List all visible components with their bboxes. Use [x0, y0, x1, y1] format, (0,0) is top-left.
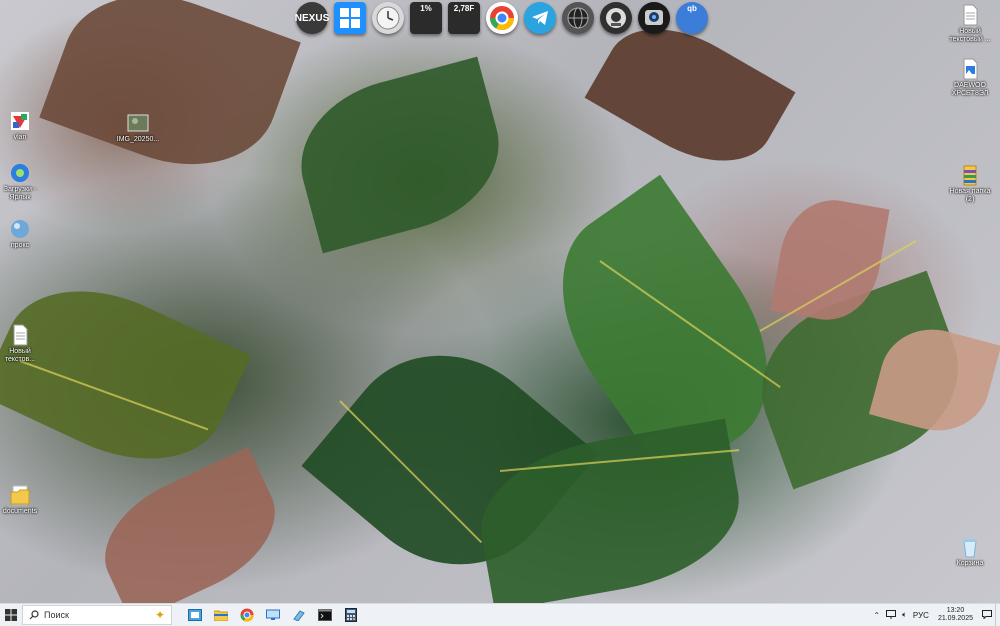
notifications-icon[interactable]: [982, 609, 992, 621]
taskbar-calculator[interactable]: [338, 604, 364, 626]
dock-icon-label: 1%: [420, 4, 432, 13]
desktop-icon-label: Новый текстовый ...: [949, 28, 991, 43]
wallpaper-leaf: [39, 0, 301, 193]
yandex-browser-icon: [9, 162, 31, 184]
wallpaper-leaf: [85, 447, 295, 603]
folder-icon: [9, 484, 31, 506]
telegram-icon[interactable]: [524, 2, 556, 34]
nexus-icon[interactable]: NEXUS: [294, 2, 330, 34]
clock-time: 13:20: [946, 607, 965, 614]
vlan-icon: [9, 110, 31, 132]
search-box[interactable]: Поиск ✦: [22, 605, 172, 625]
search-placeholder: Поиск: [44, 610, 69, 620]
webcam-icon[interactable]: [638, 2, 670, 34]
app-window-icon: [293, 610, 305, 621]
taskbar-chrome[interactable]: [234, 604, 260, 626]
disk-meter-icon[interactable]: 2,78F: [448, 2, 480, 34]
text-file-icon: [9, 324, 31, 346]
monitor-app-icon: [266, 609, 280, 620]
taskbar-file-explorer[interactable]: [208, 604, 234, 626]
tray-network-icon[interactable]: [886, 609, 897, 621]
desktop: NEXUS 1% 2,78F qb vlan IMG_20250... Загрузк…: [0, 0, 1000, 603]
desktop-icon-daewoo[interactable]: DAEWOO ХРСЕТ8ЭЛ: [946, 58, 994, 98]
dock-icon-label: qb: [687, 4, 697, 13]
desktop-icon-recycle-bin[interactable]: Корзина: [946, 536, 994, 568]
start-button[interactable]: [0, 604, 22, 626]
chrome-icon[interactable]: [486, 2, 518, 34]
desktop-icon-new-text-right[interactable]: Новый текстовый ...: [946, 4, 994, 44]
desktop-icon-new-folder[interactable]: Новая папка (2): [946, 164, 994, 204]
desktop-icon-label: documents: [2, 508, 38, 515]
show-desktop-button[interactable]: [995, 604, 1000, 626]
terminal-icon: [318, 609, 332, 621]
tray-language[interactable]: РУС: [913, 611, 929, 620]
desktop-icon-label: Загрузки - Ярлык: [3, 186, 37, 201]
taskbar: Поиск ✦ ⌃ 🔈︎ РУС 13:20 21.09.2025: [0, 603, 1000, 626]
calculator-icon: [345, 608, 357, 622]
dock-icon-label: NEXUS: [294, 12, 330, 24]
desktop-icon-downloads-shortcut[interactable]: Загрузки - Ярлык: [0, 162, 44, 202]
tray-volume-icon[interactable]: 🔈︎: [902, 610, 907, 620]
desktop-icon-label: Новый текстов...: [4, 348, 36, 363]
desktop-icon-proxy[interactable]: прокс: [0, 218, 44, 250]
cpu-meter-icon[interactable]: 1%: [410, 2, 442, 34]
clock-icon[interactable]: [372, 2, 404, 34]
desktop-icon-label: прокс: [10, 242, 30, 249]
chrome-icon: [240, 608, 254, 622]
proxy-icon: [9, 218, 31, 240]
desktop-icon-label: Корзина: [956, 560, 984, 567]
globe-icon[interactable]: [562, 2, 594, 34]
system-tray: ⌃ 🔈︎ РУС 13:20 21.09.2025: [870, 604, 1000, 626]
clock-date: 21.09.2025: [937, 615, 973, 622]
desktop-icon-label: DAEWOO ХРСЕТ8ЭЛ: [951, 82, 989, 97]
dock: NEXUS 1% 2,78F qb: [294, 0, 708, 36]
windows-icon[interactable]: [334, 2, 366, 34]
taskbar-task-view[interactable]: [182, 604, 208, 626]
text-file-icon: [959, 4, 981, 26]
desktop-icon-label: IMG_20250...: [116, 136, 160, 143]
desktop-icon-new-text-left[interactable]: Новый текстов...: [0, 324, 44, 364]
qbittorrent-icon[interactable]: qb: [676, 2, 708, 34]
desktop-icon-vlan[interactable]: vlan: [0, 110, 44, 142]
archive-folder-icon: [959, 164, 981, 186]
desktop-icon-label: Новая папка (2): [949, 188, 991, 203]
file-explorer-icon: [214, 610, 228, 621]
taskbar-terminal[interactable]: [312, 604, 338, 626]
tray-clock[interactable]: 13:20 21.09.2025: [938, 607, 973, 623]
desktop-icon-documents[interactable]: documents: [0, 484, 44, 516]
wallpaper-leaf: [0, 258, 251, 492]
recycle-bin-icon: [959, 536, 981, 558]
taskbar-network-app[interactable]: [260, 604, 286, 626]
dock-icon-label: 2,78F: [453, 4, 475, 13]
image-file-icon: [959, 58, 981, 80]
task-view-icon: [188, 609, 202, 621]
desktop-icon-label: vlan: [13, 134, 27, 141]
windows-logo-icon: [5, 609, 17, 621]
wallpaper-leaf: [283, 56, 517, 254]
copilot-sparkle-icon: ✦: [154, 608, 165, 622]
tray-overflow-chevron-icon[interactable]: ⌃: [873, 611, 880, 620]
taskbar-settings-app[interactable]: [286, 604, 312, 626]
desktop-icon-image[interactable]: IMG_20250...: [114, 112, 162, 144]
image-thumbnail-icon: [127, 112, 149, 134]
search-icon: [29, 610, 39, 620]
camera-icon[interactable]: [600, 2, 632, 34]
